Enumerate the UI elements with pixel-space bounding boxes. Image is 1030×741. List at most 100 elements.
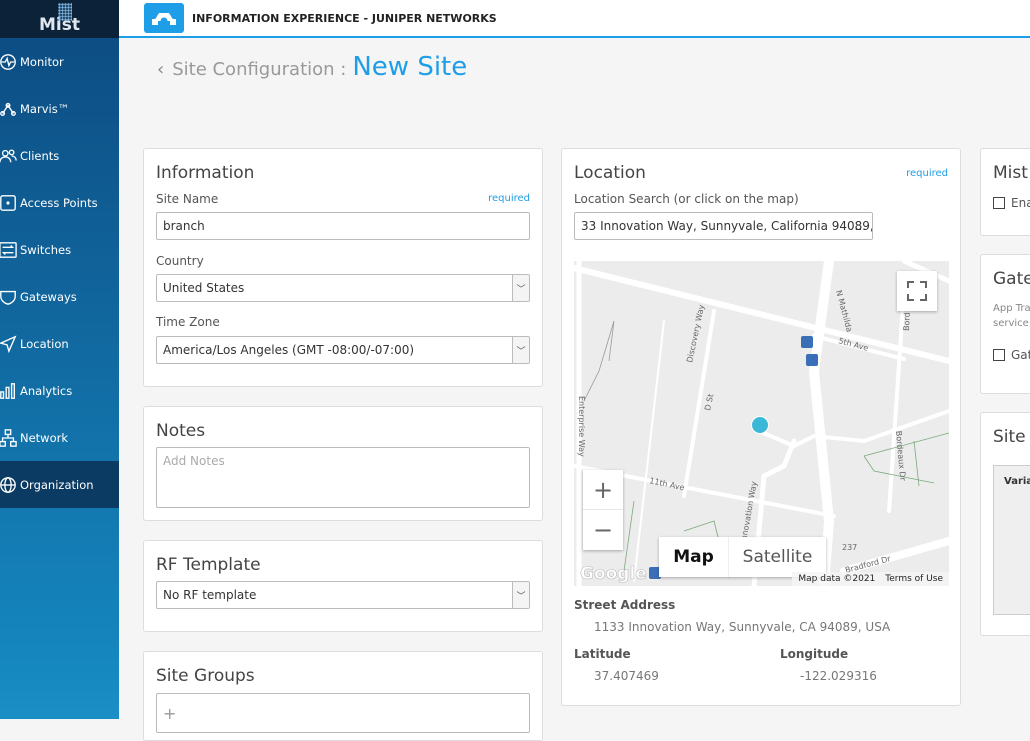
street-label: N Mathilda <box>834 289 854 333</box>
zoom-in-button[interactable]: + <box>583 470 623 510</box>
longitude-label: Longitude <box>780 647 849 661</box>
marvis-icon <box>0 100 20 118</box>
enable-checkbox[interactable]: Ena <box>993 196 1030 210</box>
sidebar-item-location[interactable]: Location <box>0 320 119 367</box>
chevron-down-icon: ﹀ <box>512 275 529 301</box>
street-label: D St <box>703 393 715 411</box>
mist-logo[interactable]: Mist <box>0 0 119 38</box>
timezone-label: Time Zone <box>156 315 220 329</box>
rf-template-select[interactable]: No RF template ﹀ <box>156 581 530 609</box>
gateway-checkbox[interactable]: Gat <box>993 348 1030 362</box>
timezone-value: America/Los Angeles (GMT -08:00/-07:00) <box>163 343 415 357</box>
timezone-select[interactable]: America/Los Angeles (GMT -08:00/-07:00) ﹀ <box>156 336 530 364</box>
sidebar-item-gateways[interactable]: Gateways <box>0 273 119 320</box>
location-search-label: Location Search (or click on the map) <box>574 192 799 206</box>
top-bar: INFORMATION EXPERIENCE - JUNIPER NETWORK… <box>119 0 1030 38</box>
required-label: required <box>488 193 530 204</box>
juniper-app-logo[interactable] <box>144 3 184 33</box>
sidebar-item-label: Organization <box>20 477 94 492</box>
rf-template-value: No RF template <box>163 588 257 602</box>
sidebar: Mist Monitor Marvis™ Clients Access Poin… <box>0 0 119 719</box>
sidebar-item-label: Location <box>20 336 69 351</box>
card-title: Gatew <box>993 269 1030 289</box>
street-address-label: Street Address <box>574 598 676 612</box>
longitude-value: -122.029316 <box>800 669 877 683</box>
card-title: Location <box>574 163 646 183</box>
chevron-left-icon[interactable]: ‹ <box>157 59 164 80</box>
mist-tunnel-card: Mist T Ena <box>980 148 1030 236</box>
variables-table: Varia <box>993 465 1030 615</box>
notes-textarea[interactable]: Add Notes <box>156 447 530 508</box>
map[interactable]: N Mathilda 5th Ave Discovery Way D St En… <box>574 261 949 586</box>
sidebar-item-label: Gateways <box>20 289 77 304</box>
street-label: 11th Ave <box>649 476 686 492</box>
checkbox[interactable] <box>993 197 1005 209</box>
required-label: required <box>906 168 948 179</box>
card-title: Information <box>156 163 255 183</box>
sidebar-item-access-points[interactable]: Access Points <box>0 179 119 226</box>
checkbox-label: Ena <box>1011 196 1030 210</box>
org-name: INFORMATION EXPERIENCE - JUNIPER NETWORK… <box>192 11 497 25</box>
google-logo: Google <box>580 564 647 584</box>
sidebar-item-analytics[interactable]: Analytics <box>0 367 119 414</box>
zoom-out-button[interactable]: − <box>583 510 623 550</box>
map-button[interactable]: Map <box>659 537 729 577</box>
globe-icon <box>0 476 20 494</box>
notes-placeholder: Add Notes <box>163 454 225 468</box>
map-data-text: Map data ©2021 <box>798 574 876 584</box>
street-label: Innovation Way <box>739 481 759 544</box>
notes-card: Notes Add Notes <box>143 406 543 521</box>
gateway-description: service <box>993 318 1029 329</box>
chevron-down-icon: ﹀ <box>512 337 529 363</box>
fullscreen-icon <box>907 281 927 301</box>
site-name-input[interactable]: branch <box>156 212 530 240</box>
terms-link[interactable]: Terms of Use <box>885 574 943 584</box>
fullscreen-button[interactable] <box>897 271 937 311</box>
variables-header: Varia <box>1004 476 1030 487</box>
transit-icon <box>806 354 818 366</box>
site-groups-card: Site Groups + <box>143 651 543 741</box>
latitude-label: Latitude <box>574 647 631 661</box>
location-search-value: 33 Innovation Way, Sunnyvale, California… <box>581 219 873 233</box>
shield-icon <box>0 288 20 306</box>
bar-chart-icon <box>0 382 20 400</box>
street-label: Enterprise Way <box>577 396 586 457</box>
sidebar-item-organization[interactable]: Organization <box>0 461 119 508</box>
sidebar-item-network[interactable]: Network <box>0 414 119 461</box>
site-name-label: Site Name <box>156 192 219 206</box>
sidebar-item-label: Marvis™ <box>20 101 70 116</box>
location-marker <box>752 417 768 433</box>
gateway-card: Gatew App Tra service Gat <box>980 254 1030 394</box>
card-title: Notes <box>156 421 206 441</box>
checkbox-label: Gat <box>1011 348 1030 362</box>
sidebar-item-switches[interactable]: Switches <box>0 226 119 273</box>
location-search-input[interactable]: 33 Innovation Way, Sunnyvale, California… <box>574 212 873 240</box>
ellipsis: ... <box>854 219 866 233</box>
switch-icon <box>0 241 20 259</box>
street-label: Bord <box>902 312 912 331</box>
sidebar-item-clients[interactable]: Clients <box>0 132 119 179</box>
card-title: RF Template <box>156 555 261 575</box>
gateway-description: App Tra <box>993 303 1030 314</box>
country-value: United States <box>163 281 245 295</box>
street-label: Bordeaux Dr <box>894 430 907 482</box>
sidebar-item-label: Access Points <box>20 195 98 210</box>
page-title: New Site <box>352 52 468 82</box>
add-site-group-button[interactable]: + <box>156 693 530 733</box>
chevron-down-icon: ﹀ <box>512 582 529 608</box>
street-address-value: 1133 Innovation Way, Sunnyvale, CA 94089… <box>594 620 891 634</box>
latitude-value: 37.407469 <box>594 669 659 683</box>
sidebar-item-marvis[interactable]: Marvis™ <box>0 85 119 132</box>
site-variables-card: Site V Varia <box>980 412 1030 636</box>
information-card: Information Site Name required branch Co… <box>143 148 543 387</box>
country-select[interactable]: United States ﹀ <box>156 274 530 302</box>
sidebar-item-label: Clients <box>20 148 60 163</box>
map-type-toggle: Map Satellite <box>659 537 826 577</box>
access-point-icon <box>0 194 20 212</box>
satellite-button[interactable]: Satellite <box>729 537 826 577</box>
location-card: Location required Location Search (or cl… <box>561 148 961 706</box>
breadcrumb-parent[interactable]: Site Configuration : <box>172 59 346 80</box>
breadcrumb: ‹ Site Configuration : New Site <box>157 52 467 82</box>
sidebar-item-monitor[interactable]: Monitor <box>0 38 119 85</box>
checkbox[interactable] <box>993 349 1005 361</box>
